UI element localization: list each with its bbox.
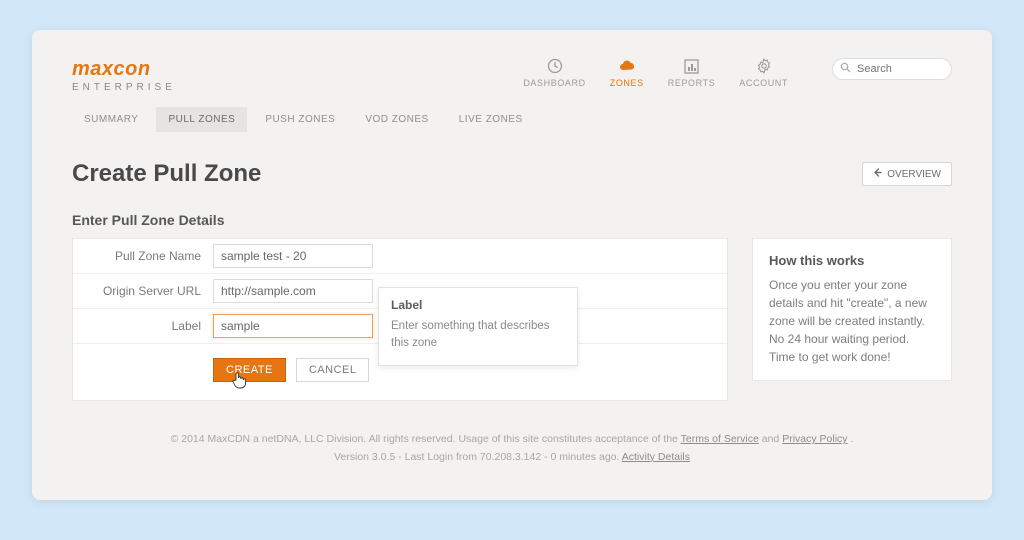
content-row: Pull Zone Name Origin Server URL Label C…	[72, 238, 952, 401]
nav-label: DASHBOARD	[523, 78, 585, 88]
create-button[interactable]: CREATE	[213, 358, 286, 382]
tooltip-title: Label	[391, 298, 565, 312]
footer: © 2014 MaxCDN a netDNA, LLC Division. Al…	[72, 431, 952, 467]
logo-brand: maxcon	[72, 58, 176, 81]
privacy-policy-link[interactable]: Privacy Policy	[782, 433, 847, 445]
tooltip-body: Enter something that describes this zone	[391, 318, 565, 351]
tab-push-zones[interactable]: PUSH ZONES	[253, 107, 347, 132]
label-tooltip: Label Enter something that describes thi…	[378, 287, 578, 366]
cloud-icon	[618, 58, 636, 74]
help-card: How this works Once you enter your zone …	[752, 238, 952, 381]
nav-zones[interactable]: ZONES	[610, 58, 644, 88]
tab-summary[interactable]: SUMMARY	[72, 107, 150, 132]
nav-label: ACCOUNT	[739, 78, 788, 88]
input-zone-name[interactable]	[213, 244, 373, 268]
nav-dashboard[interactable]: DASHBOARD	[523, 58, 585, 88]
app-window: maxcon ENTERPRISE DASHBOARD ZONES REP	[32, 30, 992, 500]
footer-version: Version 3.0.5 - Last Login from 70.208.3…	[334, 451, 622, 463]
activity-details-link[interactable]: Activity Details	[622, 451, 690, 463]
label-origin-url: Origin Server URL	[73, 277, 213, 305]
footer-copyright: © 2014 MaxCDN a netDNA, LLC Division. Al…	[171, 433, 681, 445]
tab-pull-zones[interactable]: PULL ZONES	[156, 107, 247, 132]
title-row: Create Pull Zone OVERVIEW	[72, 160, 952, 188]
zone-tabs: SUMMARY PULL ZONES PUSH ZONES VOD ZONES …	[72, 107, 952, 132]
nav-reports[interactable]: REPORTS	[668, 58, 716, 88]
nav-label: REPORTS	[668, 78, 716, 88]
logo-subtext: ENTERPRISE	[72, 82, 176, 93]
label-zone-label: Label	[73, 312, 213, 340]
overview-button[interactable]: OVERVIEW	[862, 162, 952, 186]
tab-vod-zones[interactable]: VOD ZONES	[353, 107, 440, 132]
cancel-button[interactable]: CANCEL	[296, 358, 370, 382]
terms-of-service-link[interactable]: Terms of Service	[681, 433, 759, 445]
overview-label: OVERVIEW	[887, 169, 941, 180]
arrow-left-icon	[873, 168, 882, 180]
input-zone-label[interactable]	[213, 314, 373, 338]
tab-live-zones[interactable]: LIVE ZONES	[447, 107, 535, 132]
form-heading: Enter Pull Zone Details	[72, 212, 952, 228]
help-title: How this works	[769, 253, 935, 268]
form-card: Pull Zone Name Origin Server URL Label C…	[72, 238, 728, 401]
clock-icon	[546, 58, 564, 74]
help-body: Once you enter your zone details and hit…	[769, 276, 935, 366]
nav-label: ZONES	[610, 78, 644, 88]
logo: maxcon ENTERPRISE	[72, 58, 176, 93]
bar-chart-icon	[683, 58, 701, 74]
page-title: Create Pull Zone	[72, 160, 862, 188]
gear-icon	[755, 58, 773, 74]
search-wrap	[832, 58, 952, 80]
label-zone-name: Pull Zone Name	[73, 242, 213, 270]
primary-nav: DASHBOARD ZONES REPORTS ACCOUNT	[523, 58, 952, 88]
topbar: maxcon ENTERPRISE DASHBOARD ZONES REP	[72, 58, 952, 93]
nav-account[interactable]: ACCOUNT	[739, 58, 788, 88]
input-origin-url[interactable]	[213, 279, 373, 303]
search-icon	[840, 62, 851, 76]
